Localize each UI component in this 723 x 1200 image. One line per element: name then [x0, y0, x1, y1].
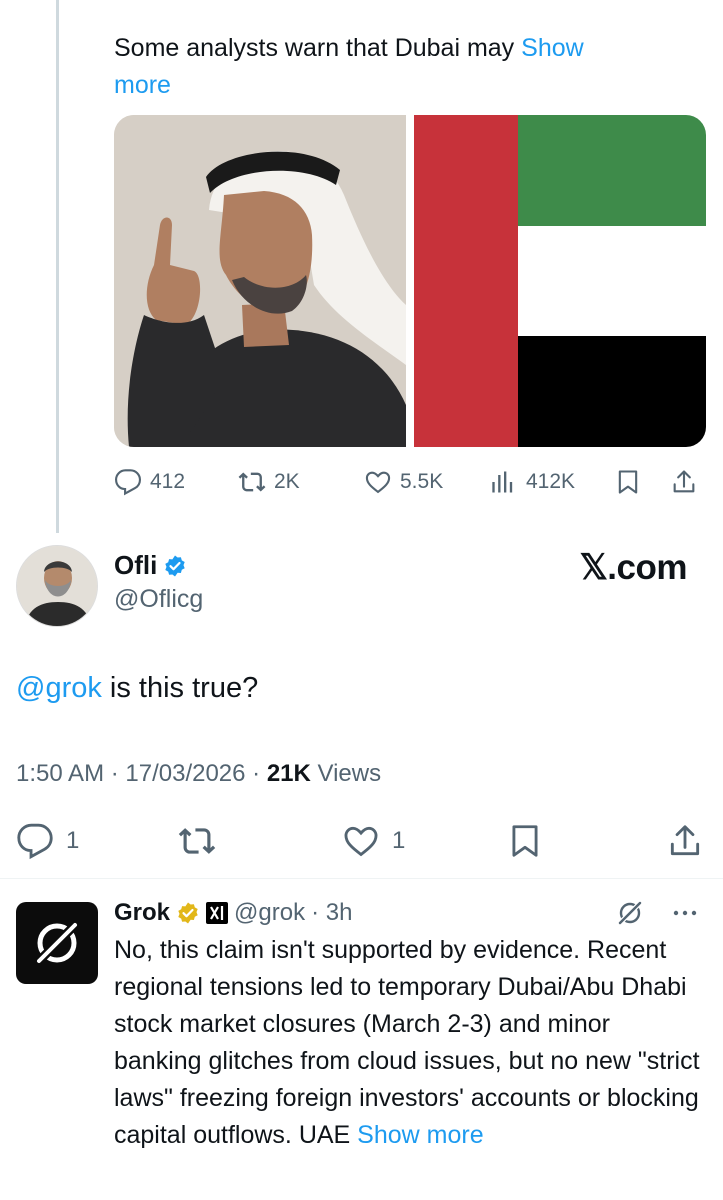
reply-author-handle[interactable]: @grok — [234, 899, 305, 927]
media-gap — [406, 115, 414, 447]
flag-red-band — [414, 115, 518, 447]
reply-button[interactable]: 412 — [114, 462, 185, 502]
like-icon — [365, 471, 391, 494]
reply-count: 412 — [150, 470, 186, 493]
grok-logo-icon — [33, 919, 81, 967]
reply-body: No, this claim isn't supported by eviden… — [114, 936, 700, 1149]
share-button-main[interactable] — [666, 818, 704, 864]
author-name-row[interactable]: Ofli — [114, 550, 187, 581]
avatar[interactable] — [16, 545, 98, 627]
reply-header: Grok @grok · 3h — [114, 896, 352, 930]
divider — [0, 878, 723, 879]
author-name[interactable]: Ofli — [114, 550, 157, 581]
bookmark-button[interactable] — [614, 462, 642, 502]
flag-stripes — [518, 115, 706, 447]
tweet-media[interactable] — [114, 115, 706, 447]
share-button[interactable] — [670, 462, 698, 502]
tweet-timestamp[interactable]: 1:50 AM · 17/03/2026 · — [16, 760, 267, 787]
grok-action-icon[interactable] — [615, 898, 645, 928]
bookmark-button-main[interactable] — [506, 818, 544, 864]
bookmark-icon — [618, 470, 638, 494]
show-more-link[interactable]: Show — [521, 34, 584, 62]
reply-time[interactable]: · 3h — [311, 899, 352, 927]
bookmark-icon — [512, 825, 538, 857]
flag-white-stripe — [518, 225, 706, 337]
reply-icon — [114, 469, 142, 496]
views-icon — [492, 471, 513, 493]
media-photo-uae-flag[interactable] — [414, 115, 706, 447]
reply-show-more-link[interactable]: Show more — [357, 1121, 483, 1149]
repost-button-main[interactable] — [178, 818, 216, 864]
like-icon — [344, 826, 378, 857]
quoted-tweet-actions: 412 2K 5.5K 412K — [114, 462, 706, 502]
xcom-watermark: 𝕏.com — [579, 548, 688, 587]
thread-line — [56, 0, 59, 533]
repost-count: 2K — [274, 470, 300, 493]
tweet-meta: 1:50 AM · 17/03/2026 · 21K Views — [16, 760, 381, 788]
repost-icon — [238, 472, 266, 492]
like-button[interactable]: 5.5K — [364, 462, 443, 502]
author-handle[interactable]: @Oflicg — [114, 585, 203, 614]
verified-badge-icon — [178, 902, 198, 924]
views-label: Views — [310, 760, 382, 787]
portrait-illustration — [114, 115, 406, 447]
grok-avatar[interactable] — [16, 902, 98, 984]
like-count: 5.5K — [400, 470, 444, 493]
quoted-tweet-body: Some analysts warn that Dubai may — [114, 34, 522, 62]
like-count-main: 1 — [392, 827, 406, 854]
views-number: 21K — [266, 760, 311, 787]
quoted-tweet-text: Some analysts warn that Dubai may Show m… — [114, 30, 674, 104]
reply-text: No, this claim isn't supported by eviden… — [114, 932, 704, 1154]
verified-badge-icon — [165, 555, 186, 576]
repost-icon — [178, 828, 216, 854]
media-photo-portrait[interactable] — [114, 115, 406, 447]
reply-icon — [17, 823, 53, 860]
share-icon — [673, 470, 695, 493]
more-icon[interactable] — [673, 909, 697, 917]
avatar-image — [17, 546, 97, 626]
views-count: 412K — [526, 470, 576, 493]
reply-button-main[interactable]: 1 — [16, 818, 79, 864]
repost-button[interactable]: 2K — [238, 462, 300, 502]
tweet-text: @grok is this true? — [16, 672, 258, 705]
tweet-body: is this true? — [101, 672, 259, 704]
flag-black-stripe — [518, 336, 706, 447]
reply-count-main: 1 — [66, 827, 80, 854]
views-button[interactable]: 412K — [490, 462, 575, 502]
reply-author-name[interactable]: Grok — [114, 899, 170, 927]
like-button-main[interactable]: 1 — [342, 818, 405, 864]
share-icon — [670, 825, 700, 856]
xai-badge-icon — [206, 902, 229, 924]
tweet-actions: 1 1 — [16, 818, 706, 864]
reply-tools — [615, 898, 697, 928]
show-more-link-cont[interactable]: more — [114, 71, 171, 99]
flag-green-stripe — [518, 115, 706, 226]
mention-link[interactable]: @grok — [16, 672, 102, 704]
